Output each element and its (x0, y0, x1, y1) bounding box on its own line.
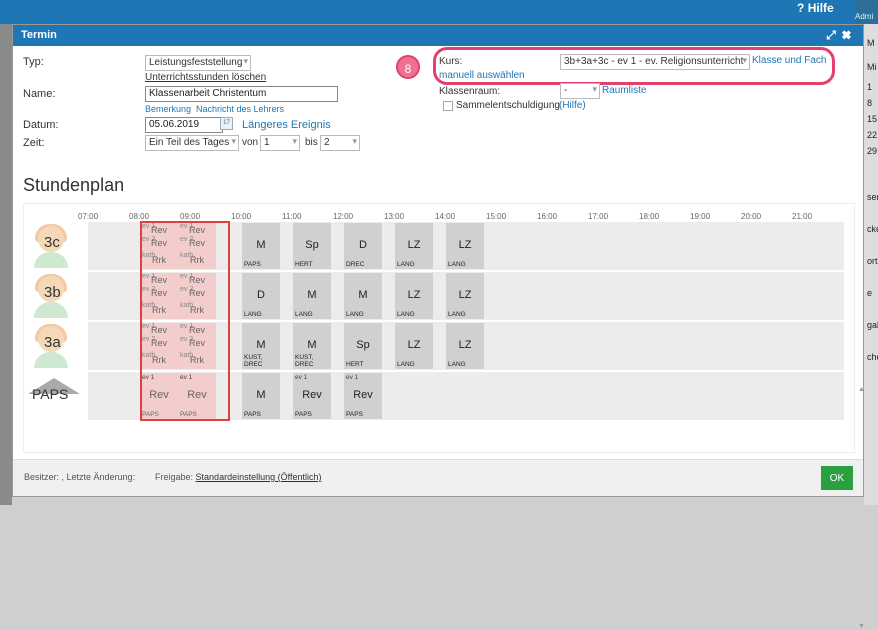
time-label: 20:00 (741, 212, 762, 221)
callout-number-badge: 8 (396, 55, 420, 79)
time-label: 15:00 (486, 212, 507, 221)
lesson-cell[interactable]: D DREC (344, 223, 382, 269)
scroll-up-icon[interactable]: ▲ (858, 386, 865, 393)
sammelentschuldigung-checkbox[interactable] (443, 101, 453, 111)
chevron-down-icon: ▾ (243, 56, 248, 66)
class-name: 3a (44, 334, 61, 351)
lesson-cell[interactable]: ev 1 Rev PAPS (293, 373, 331, 419)
lesson-cell[interactable]: M KUST, DREC (293, 323, 331, 369)
klassenraum-select[interactable]: - ▾ (560, 83, 600, 99)
time-label: 12:00 (333, 212, 354, 221)
von-label: von (242, 137, 259, 148)
time-label: 10:00 (231, 212, 252, 221)
lesson-cell[interactable]: M LANG (344, 273, 382, 319)
zeit-label: Zeit: (23, 137, 45, 149)
stundenplan-grid: 07:00 08:00 09:00 10:00 11:00 12:00 13:0… (23, 203, 865, 630)
termin-dialog: Termin ⤢✖ Typ: Leistungsfeststellung ▾ Un… (12, 24, 865, 630)
dialog-footer: Besitzer: , Letzte Änderung: Freigabe: S… (13, 459, 863, 496)
time-label: 09:00 (180, 212, 201, 221)
class-row-label[interactable]: 3c (24, 222, 88, 270)
kurs-select[interactable]: 3b+3a+3c - ev 1 - ev. Religionsunterrich… (560, 54, 750, 70)
lesson-cell[interactable]: LZ LANG (446, 273, 484, 319)
freigabe-info: Freigabe: Standardeinstellung (Öffentlic… (155, 472, 322, 482)
lesson-cell[interactable]: D LANG (242, 273, 280, 319)
dialog-titlebar: Termin ⤢✖ (13, 25, 863, 46)
time-label: 07:00 (78, 212, 99, 221)
nachricht-link[interactable]: Nachricht des Lehrers (196, 104, 284, 114)
time-label: 18:00 (639, 212, 660, 221)
kurs-label: Kurs: (439, 56, 463, 67)
lesson-cell[interactable]: LZ LANG (395, 273, 433, 319)
schedule-scrollbar[interactable]: ▲ ▼ (858, 386, 866, 630)
lesson-cell[interactable]: LZ LANG (446, 223, 484, 269)
ok-button[interactable]: OK (821, 466, 853, 490)
zeit-select[interactable]: Ein Teil des Tages ▾ (145, 135, 239, 151)
bis-select[interactable]: 2 ▾ (320, 135, 360, 151)
time-label: 11:00 (282, 212, 302, 221)
close-icon[interactable]: ✖ (842, 28, 857, 42)
lesson-cell[interactable]: LZ LANG (395, 223, 433, 269)
time-label: 21:00 (792, 212, 813, 221)
calendar-icon[interactable]: 17 (220, 117, 233, 130)
lesson-cell[interactable]: M LANG (293, 273, 331, 319)
lesson-cell[interactable]: M PAPS (242, 223, 280, 269)
raumliste-link[interactable]: Raumliste (602, 85, 646, 96)
von-select[interactable]: 1 ▾ (260, 135, 300, 151)
stundenplan-title: Stundenplan (23, 175, 125, 195)
scroll-down-icon[interactable]: ▼ (858, 623, 865, 630)
lesson-cell[interactable]: Sp HERT (293, 223, 331, 269)
class-row-label[interactable]: 3a (24, 322, 88, 370)
lesson-cell[interactable]: LZ LANG (446, 323, 484, 369)
lesson-cell[interactable]: M KUST, DREC (242, 323, 280, 369)
chevron-down-icon: ▾ (352, 136, 357, 146)
lesson-cell[interactable]: M PAPS (242, 373, 280, 419)
chevron-down-icon: ▾ (742, 55, 747, 65)
dialog-title: Termin (21, 29, 57, 41)
sammelentschuldigung-label: Sammelentschuldigung (456, 100, 560, 111)
lesson-cell[interactable]: ev 1 Rev PAPS (344, 373, 382, 419)
datum-label: Datum: (23, 119, 59, 131)
top-bar: ? Hilfe Admi (0, 0, 878, 24)
question-icon: ? (797, 1, 805, 15)
lesson-cell[interactable]: Sp HERT (344, 323, 382, 369)
unterrichtsstunden-loeschen-link[interactable]: Unterrichtsstunden löschen (145, 72, 266, 83)
maximize-icon[interactable]: ⤢ (826, 28, 842, 42)
time-label: 17:00 (588, 212, 609, 221)
chevron-down-icon: ▾ (231, 136, 236, 146)
freigabe-link[interactable]: Standardeinstellung (Öffentlich) (196, 472, 322, 482)
datum-input[interactable]: 05.06.2019 (145, 117, 223, 133)
teacher-row-label[interactable]: PAPS (24, 372, 88, 420)
name-label: Name: (23, 88, 56, 100)
class-row-label[interactable]: 3b (24, 272, 88, 320)
selected-period-outline (140, 221, 230, 421)
typ-label: Typ: (23, 56, 44, 68)
teacher-name: PAPS (32, 386, 69, 402)
typ-select[interactable]: Leistungsfeststellung ▾ (145, 55, 251, 71)
time-label: 08:00 (129, 212, 150, 221)
background-calendar: M Mi 1 8 15 22 29 ser cke ort e gal che (864, 24, 878, 505)
bis-label: bis (305, 137, 318, 148)
hilfe-link[interactable]: (Hilfe) (559, 100, 586, 111)
time-label: 14:00 (435, 212, 456, 221)
class-name: 3c (44, 234, 60, 251)
manuell-auswaehlen-link[interactable]: manuell auswählen (439, 70, 525, 81)
name-input[interactable]: Klassenarbeit Christentum (145, 86, 338, 102)
klassenraum-label: Klassenraum: (439, 86, 501, 97)
help-button[interactable]: ? Hilfe (797, 1, 834, 15)
chevron-down-icon: ▾ (292, 136, 297, 146)
time-label: 13:00 (384, 212, 405, 221)
klasse-und-fach-link[interactable]: Klasse und Fach (752, 55, 827, 66)
lesson-cell[interactable]: LZ LANG (395, 323, 433, 369)
class-name: 3b (44, 284, 61, 301)
admin-menu[interactable]: Admi (855, 0, 878, 24)
time-label: 19:00 (690, 212, 711, 221)
chevron-down-icon: ▾ (592, 84, 597, 94)
time-label: 16:00 (537, 212, 558, 221)
besitzer-info: Besitzer: , Letzte Änderung: (24, 472, 136, 482)
bemerkung-link[interactable]: Bemerkung (145, 104, 191, 114)
background-page-left (0, 24, 12, 505)
laengeres-ereignis-link[interactable]: Längeres Ereignis (242, 119, 331, 131)
